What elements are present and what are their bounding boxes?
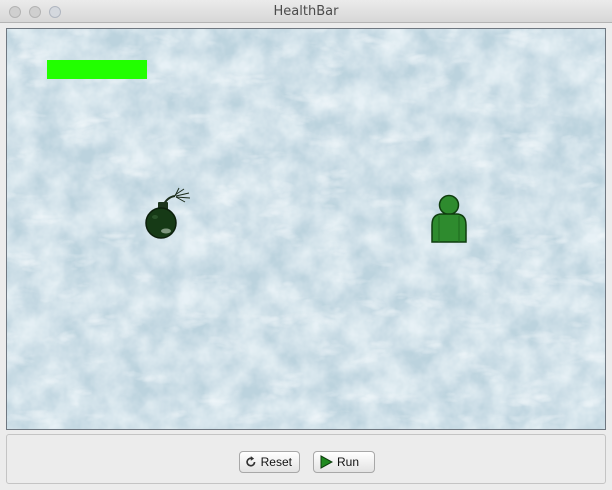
- person-icon[interactable]: [425, 192, 473, 246]
- title-bar: HealthBar: [0, 0, 612, 23]
- reset-icon: [246, 456, 256, 467]
- health-bar: [47, 60, 147, 79]
- window-title: HealthBar: [273, 4, 339, 19]
- game-world[interactable]: [6, 28, 606, 430]
- reset-button[interactable]: Reset: [239, 451, 300, 473]
- bomb-icon[interactable]: [139, 187, 193, 241]
- reset-label: Reset: [260, 455, 292, 469]
- frosted-texture-background: [7, 29, 605, 429]
- app-window: HealthBar Reset Run: [0, 0, 612, 490]
- control-panel: Reset Run: [6, 434, 606, 484]
- play-icon: [320, 455, 333, 469]
- run-button[interactable]: Run: [313, 451, 375, 473]
- run-label: Run: [337, 455, 360, 469]
